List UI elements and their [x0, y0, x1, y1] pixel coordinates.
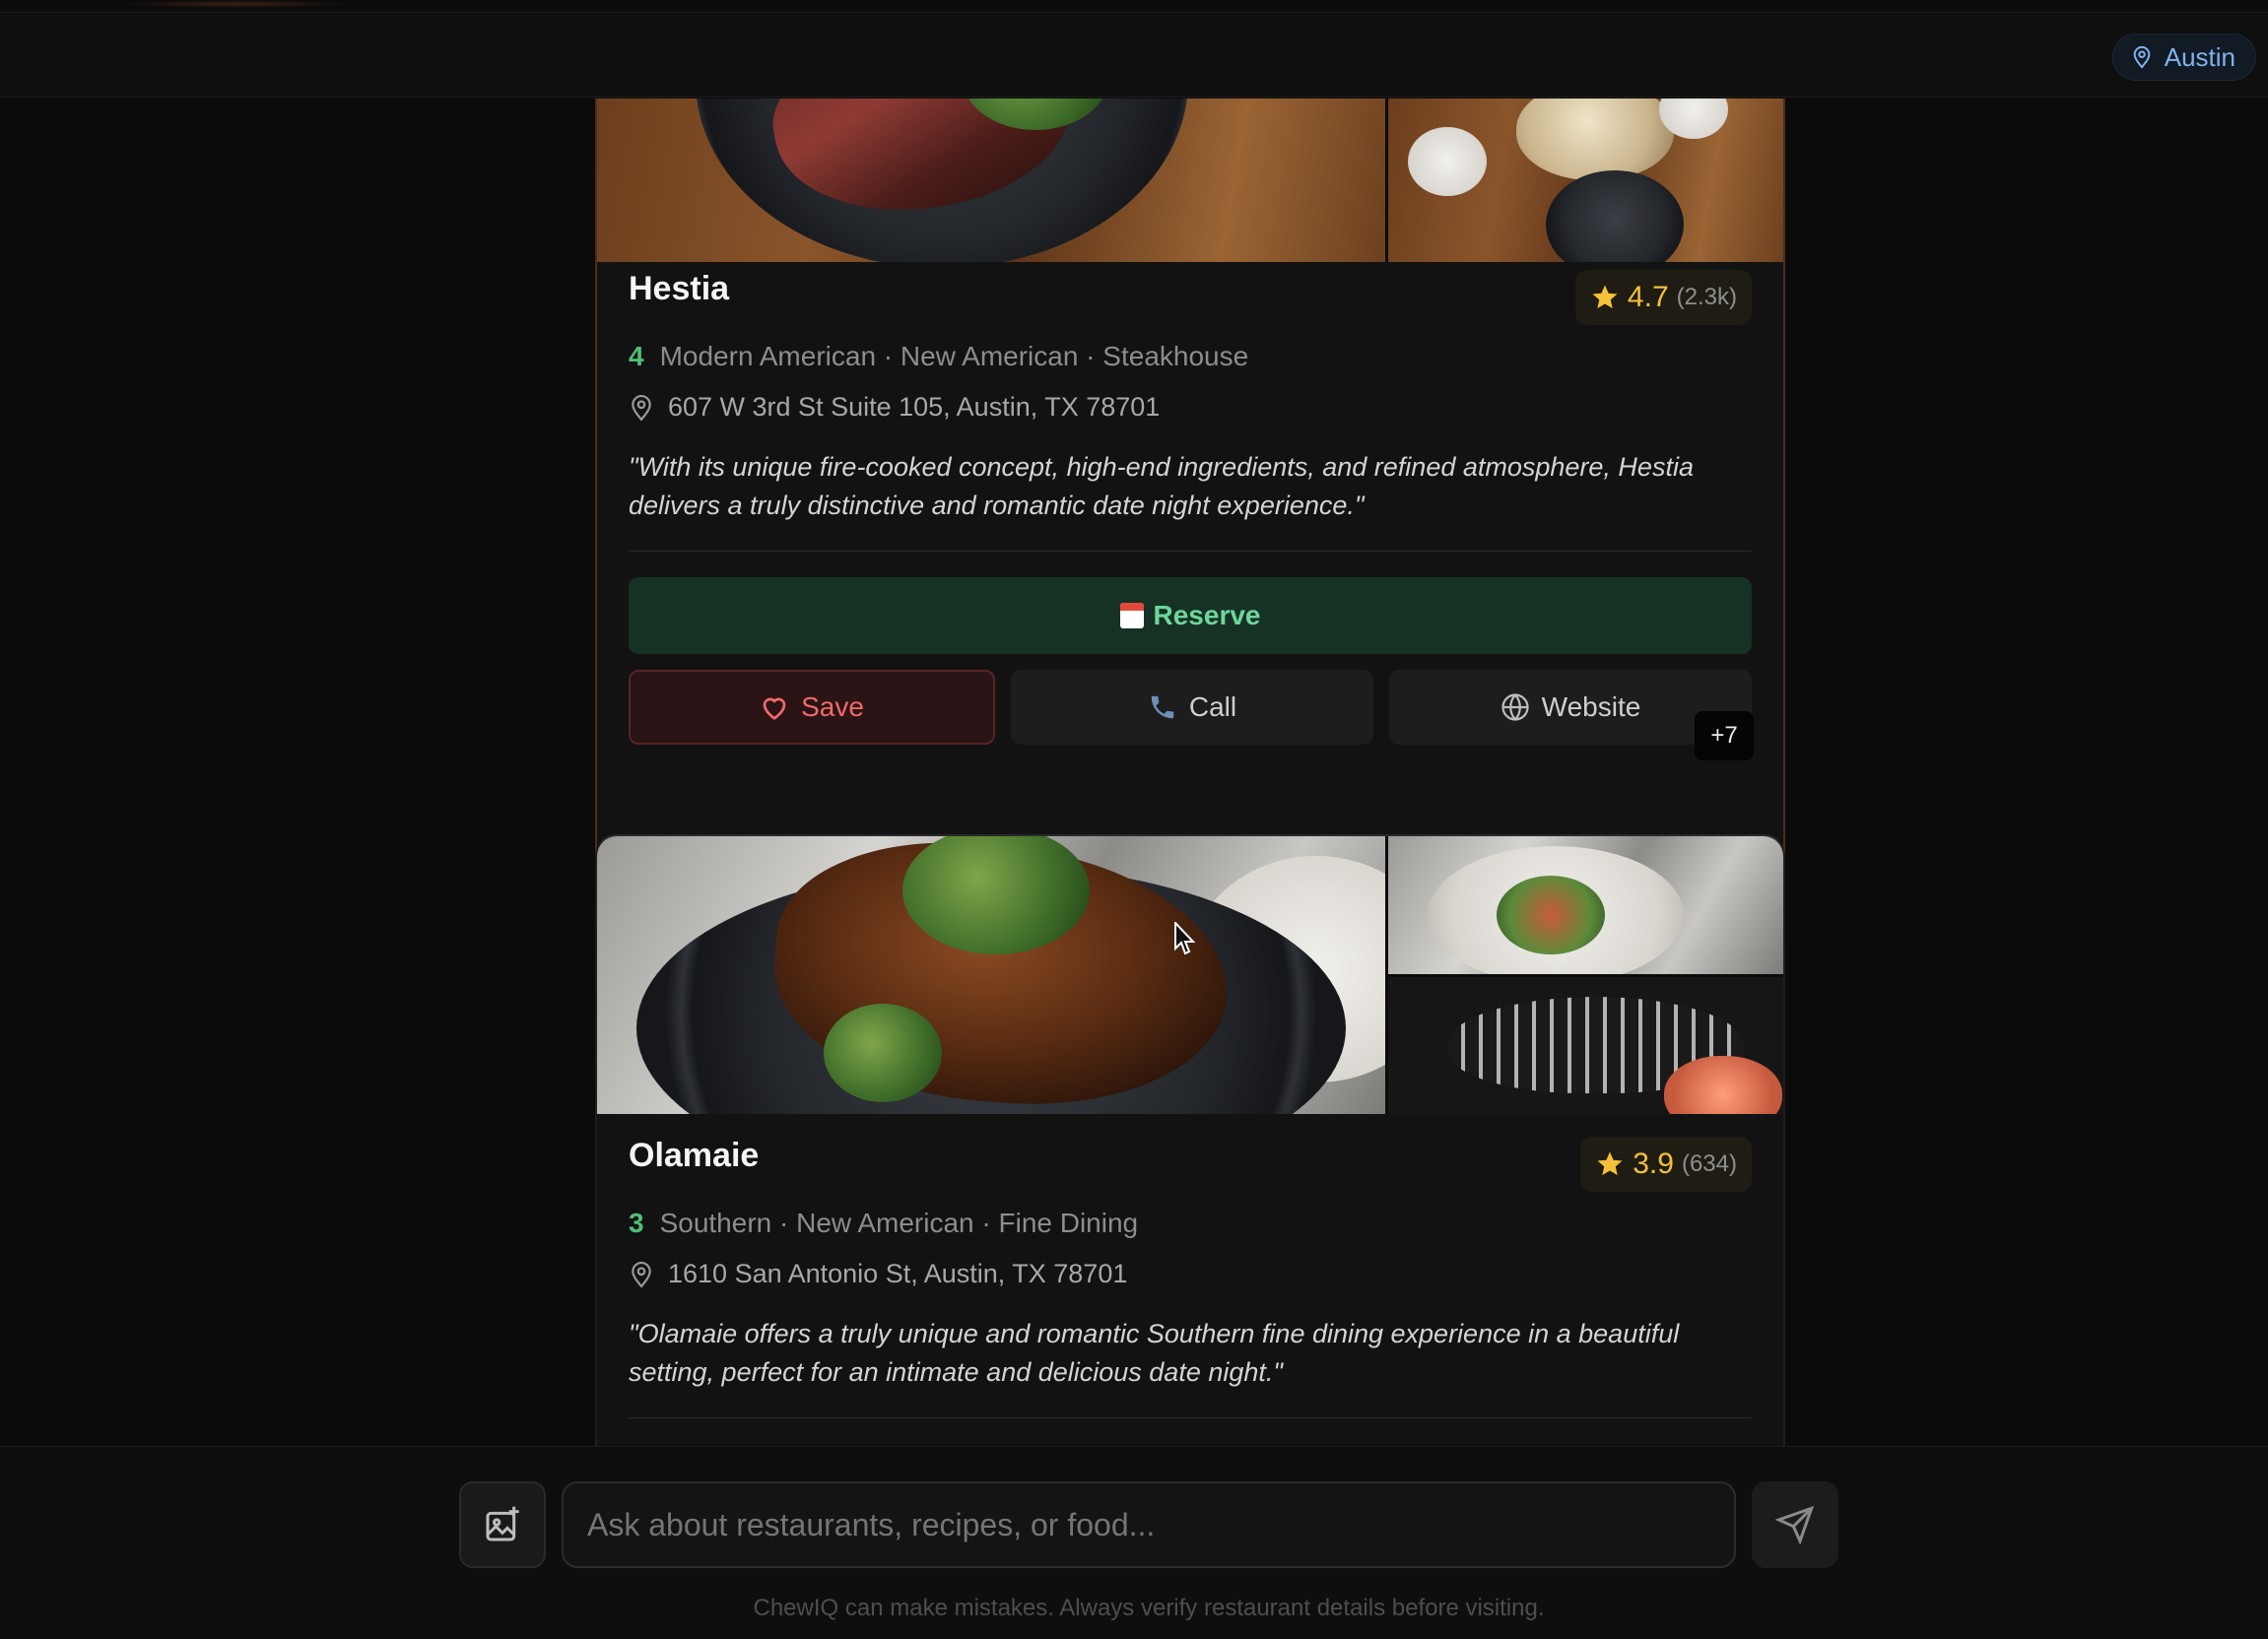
chat-input[interactable]	[562, 1481, 1736, 1568]
map-pin-icon	[632, 1261, 651, 1288]
price-level: 4	[629, 341, 644, 371]
app-header: Austin	[0, 14, 2268, 98]
rating-score: 4.7	[1627, 281, 1669, 313]
app-root: Austin Hestia 4.7 (2.3k) 4 Modern Americ…	[0, 0, 2268, 1639]
side-photo-bottom[interactable]	[1388, 98, 1783, 262]
phone-icon	[1151, 695, 1174, 719]
address-text: 1610 San Antonio St, Austin, TX 78701	[668, 1259, 1128, 1288]
map-pin-icon	[632, 394, 651, 422]
top-glow-decoration	[118, 0, 355, 8]
card-body: Hestia 4.7 (2.3k) 4 Modern American · Ne…	[629, 270, 1754, 760]
send-icon	[1775, 1505, 1815, 1544]
photo-gallery[interactable]	[597, 98, 1783, 262]
rating-badge: 4.7 (2.3k)	[1574, 270, 1752, 325]
review-count: (634)	[1681, 1150, 1737, 1177]
disclaimer-text: ChewIQ can make mistakes. Always verify …	[753, 1595, 1545, 1621]
main-photo[interactable]	[597, 98, 1385, 262]
location-selector[interactable]: Austin	[2111, 33, 2256, 81]
review-quote: "Olamaie offers a truly unique and roman…	[629, 1319, 1680, 1387]
chat-composer: ChewIQ can make mistakes. Always verify …	[0, 1446, 2268, 1639]
side-photos	[1388, 98, 1783, 262]
image-plus-icon	[486, 1506, 519, 1541]
reserve-label: Reserve	[1153, 600, 1261, 630]
rating-score: 3.9	[1633, 1147, 1674, 1180]
cuisine-tags: Modern American · New American · Steakho…	[659, 341, 1249, 371]
address-text: 607 W 3rd St Suite 105, Austin, TX 78701	[668, 392, 1161, 422]
cuisine-row: 3 Southern · New American · Fine Dining	[629, 1208, 1752, 1239]
card-body: Olamaie 3.9 (634) 3 Southern · New Ameri…	[629, 1137, 1752, 1418]
star-icon	[1592, 285, 1618, 309]
save-button[interactable]: Save	[629, 670, 995, 745]
sauce-bowl-shape	[1408, 127, 1487, 196]
photo-gallery[interactable]	[597, 836, 1783, 1114]
greens-shape	[824, 1004, 942, 1102]
globe-icon	[1501, 693, 1529, 721]
star-icon	[1597, 1151, 1623, 1176]
address-row: 1610 San Antonio St, Austin, TX 78701	[629, 1259, 1752, 1289]
results-feed[interactable]: Hestia 4.7 (2.3k) 4 Modern American · Ne…	[0, 98, 2268, 1446]
cuisine-row: 4 Modern American · New American · Steak…	[629, 341, 1752, 372]
location-label: Austin	[2164, 41, 2235, 72]
review-count: (2.3k)	[1676, 284, 1737, 310]
heart-icon	[763, 697, 786, 720]
side-photo-bottom[interactable]	[1388, 976, 1783, 1114]
image-upload-button[interactable]	[459, 1481, 546, 1568]
review-quote: "With its unique fire-cooked concept, hi…	[629, 452, 1694, 520]
call-button[interactable]: Call	[1011, 670, 1373, 745]
reserve-button[interactable]: Reserve	[629, 577, 1752, 654]
rating-badge: 3.9 (634)	[1580, 1137, 1752, 1192]
salad-shape	[1497, 876, 1605, 954]
calendar-icon	[1119, 603, 1144, 628]
divider	[629, 1417, 1752, 1418]
website-label: Website	[1541, 691, 1641, 722]
main-photo[interactable]	[597, 836, 1385, 1114]
call-label: Call	[1188, 691, 1237, 722]
divider	[629, 551, 1752, 552]
side-photos	[1388, 836, 1783, 1114]
window-top-strip	[0, 0, 2268, 13]
plate-shape	[1546, 170, 1684, 262]
save-label: Save	[801, 691, 864, 722]
address-row: 607 W 3rd St Suite 105, Austin, TX 78701	[629, 392, 1752, 423]
map-pin-icon	[2133, 45, 2151, 69]
bread-shape	[1516, 98, 1674, 180]
send-button[interactable]	[1752, 1481, 1838, 1568]
restaurant-card[interactable]: Hestia 4.7 (2.3k) 4 Modern American · Ne…	[595, 98, 1785, 900]
cuisine-tags: Southern · New American · Fine Dining	[659, 1208, 1139, 1238]
mouse-cursor-icon	[1174, 922, 1196, 955]
action-row: Save Call Website +7	[629, 670, 1754, 760]
side-photo-top[interactable]	[1388, 836, 1783, 974]
more-photos-badge[interactable]: +7	[1695, 711, 1754, 760]
price-level: 3	[629, 1208, 644, 1238]
